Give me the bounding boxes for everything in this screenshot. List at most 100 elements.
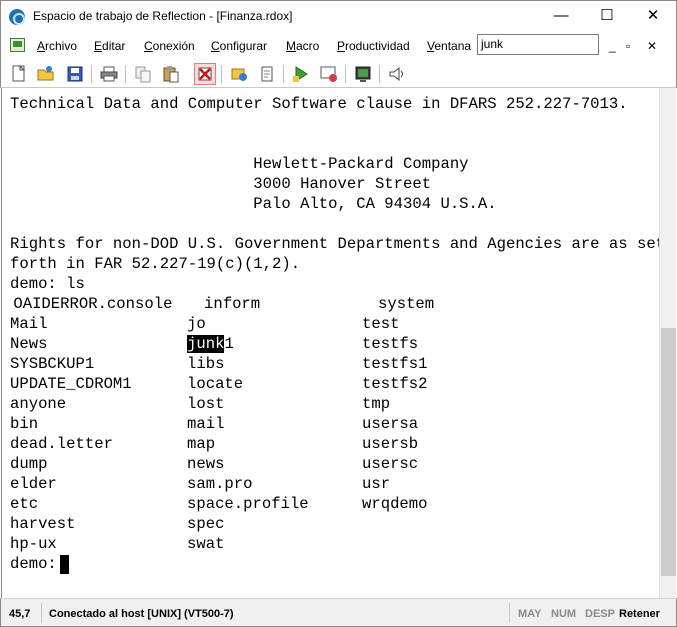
settings-icon[interactable] <box>229 64 249 84</box>
caps-lock-indicator: MAY <box>518 608 542 620</box>
print-icon[interactable] <box>99 64 119 84</box>
speaker-icon[interactable] <box>387 64 407 84</box>
listing-entry: usr <box>362 475 391 493</box>
vertical-scrollbar[interactable] <box>659 88 676 598</box>
hold-indicator: Retener <box>619 608 660 620</box>
listing-entry: etc <box>10 495 39 513</box>
listing-header-col1: OAIDERROR.console <box>4 295 173 313</box>
menu-conexion[interactable]: Conexión <box>144 39 195 53</box>
maximize-button[interactable]: ☐ <box>584 1 630 33</box>
listing-entry: sam.pro <box>187 475 253 493</box>
search-highlight: junk <box>187 335 225 353</box>
scroll-lock-indicator: DESP <box>585 608 615 620</box>
minimize-button[interactable]: — <box>538 1 584 33</box>
status-separator <box>509 603 510 623</box>
scrollbar-thumb[interactable] <box>661 328 676 576</box>
listing-entry: spec <box>187 515 225 533</box>
capture-icon[interactable] <box>319 64 339 84</box>
listing-entry: dump <box>10 455 48 473</box>
listing-entry: lost <box>187 395 225 413</box>
listing-entry: bin <box>10 415 39 433</box>
text-cursor <box>60 555 69 574</box>
listing-entry: libs <box>187 355 225 373</box>
listing-entry: news <box>187 455 225 473</box>
mdi-minimize-button[interactable]: _ <box>609 39 616 53</box>
open-folder-icon[interactable] <box>36 64 56 84</box>
listing-entry: test <box>362 315 400 333</box>
cursor-position: 45,7 <box>9 608 31 620</box>
listing-entry: junk1 <box>187 335 234 353</box>
paste-icon[interactable] <box>161 64 181 84</box>
listing-entry: locate <box>187 375 244 393</box>
listing-entry: map <box>187 435 216 453</box>
menu-configurar[interactable]: Configurar <box>211 39 267 53</box>
menu-productividad[interactable]: Productividad <box>337 39 410 53</box>
listing-entry: swat <box>187 535 225 553</box>
listing-entry: usersa <box>362 415 419 433</box>
terminal-prompt: demo: <box>10 555 67 573</box>
menu-editar[interactable]: Editar <box>94 39 125 53</box>
listing-entry: SYSBCKUP1 <box>10 355 95 373</box>
disconnect-icon[interactable] <box>194 63 216 85</box>
listing-entry: elder <box>10 475 57 493</box>
mdi-restore-button[interactable]: ▫ <box>626 39 630 53</box>
listing-column-3: test testfs testfs1 testfs2 tmp usersa usersb u… <box>362 314 428 514</box>
menu-macro[interactable]: Macro <box>286 39 319 53</box>
listing-column-1: Mail News SYSBCKUP1 UPDATE_CDROM1anyone bin d… <box>10 314 132 554</box>
listing-header-col3: system <box>378 295 435 313</box>
terminal-line: forth in FAR 52.227-19(c)(1,2). <box>10 255 301 273</box>
listing-header-col2: inform <box>204 295 261 313</box>
new-session-icon[interactable] <box>9 64 29 84</box>
copy-icon[interactable] <box>133 64 153 84</box>
listing-column-2: jo junk1 libs locate lost mail map news sam.pro s… <box>187 314 309 554</box>
mdi-close-button[interactable]: ✕ <box>647 39 657 53</box>
terminal-screen[interactable]: Technical Data and Computer Software cla… <box>1 88 676 598</box>
screen-icon[interactable] <box>353 64 373 84</box>
status-separator <box>41 603 42 623</box>
toolbar-separator <box>91 65 92 83</box>
connection-status: Conectado al host [UNIX] (VT500-7) <box>49 608 234 620</box>
close-button[interactable]: ✕ <box>630 1 676 33</box>
listing-entry: News <box>10 335 48 353</box>
listing-entry: mail <box>187 415 225 433</box>
document-system-menu-icon[interactable] <box>10 38 25 52</box>
listing-entry: usersb <box>362 435 419 453</box>
toolbar-separator <box>379 65 380 83</box>
listing-entry: jo <box>187 315 206 333</box>
listing-entry: Mail <box>10 315 48 333</box>
listing-entry: testfs2 <box>362 375 428 393</box>
toolbar-separator <box>345 65 346 83</box>
listing-entry: tmp <box>362 395 391 413</box>
menu-ventana[interactable]: Ventana <box>427 39 471 53</box>
toolbar-separator <box>221 65 222 83</box>
listing-entry: anyone <box>10 395 67 413</box>
toolbar-separator <box>125 65 126 83</box>
listing-entry: dead.letter <box>10 435 113 453</box>
title-bar: Espacio de trabajo de Reflection - [Fina… <box>0 0 677 32</box>
menu-archivo[interactable]: Archivo <box>37 39 77 53</box>
toolbar-separator <box>283 65 284 83</box>
macro-run-icon[interactable] <box>291 64 311 84</box>
terminal-line: Hewlett-Packard Company <box>10 155 469 173</box>
listing-entry: testfs <box>362 335 419 353</box>
window-title: Espacio de trabajo de Reflection - [Fina… <box>33 9 293 23</box>
terminal-line: demo: ls <box>10 275 85 293</box>
document-icon[interactable] <box>257 64 277 84</box>
listing-entry: UPDATE_CDROM1 <box>10 375 132 393</box>
toolbar <box>0 60 677 88</box>
listing-entry: usersc <box>362 455 419 473</box>
save-icon[interactable] <box>65 64 85 84</box>
terminal-line: Palo Alto, CA 94304 U.S.A. <box>10 195 497 213</box>
terminal-line: Rights for non-DOD U.S. Government Depar… <box>10 235 666 253</box>
terminal-line: 3000 Hanover Street <box>10 175 432 193</box>
listing-entry: harvest <box>10 515 76 533</box>
reflection-app-icon[interactable] <box>9 9 25 25</box>
listing-entry: testfs1 <box>362 355 428 373</box>
listing-entry: hp-ux <box>10 535 57 553</box>
terminal-line: Technical Data and Computer Software cla… <box>10 95 628 113</box>
listing-entry: wrqdemo <box>362 495 428 513</box>
num-lock-indicator: NUM <box>551 608 577 620</box>
status-bar: 45,7 Conectado al host [UNIX] (VT500-7) … <box>0 598 677 627</box>
search-input[interactable]: junk <box>477 34 599 55</box>
listing-entry: space.profile <box>187 495 309 513</box>
